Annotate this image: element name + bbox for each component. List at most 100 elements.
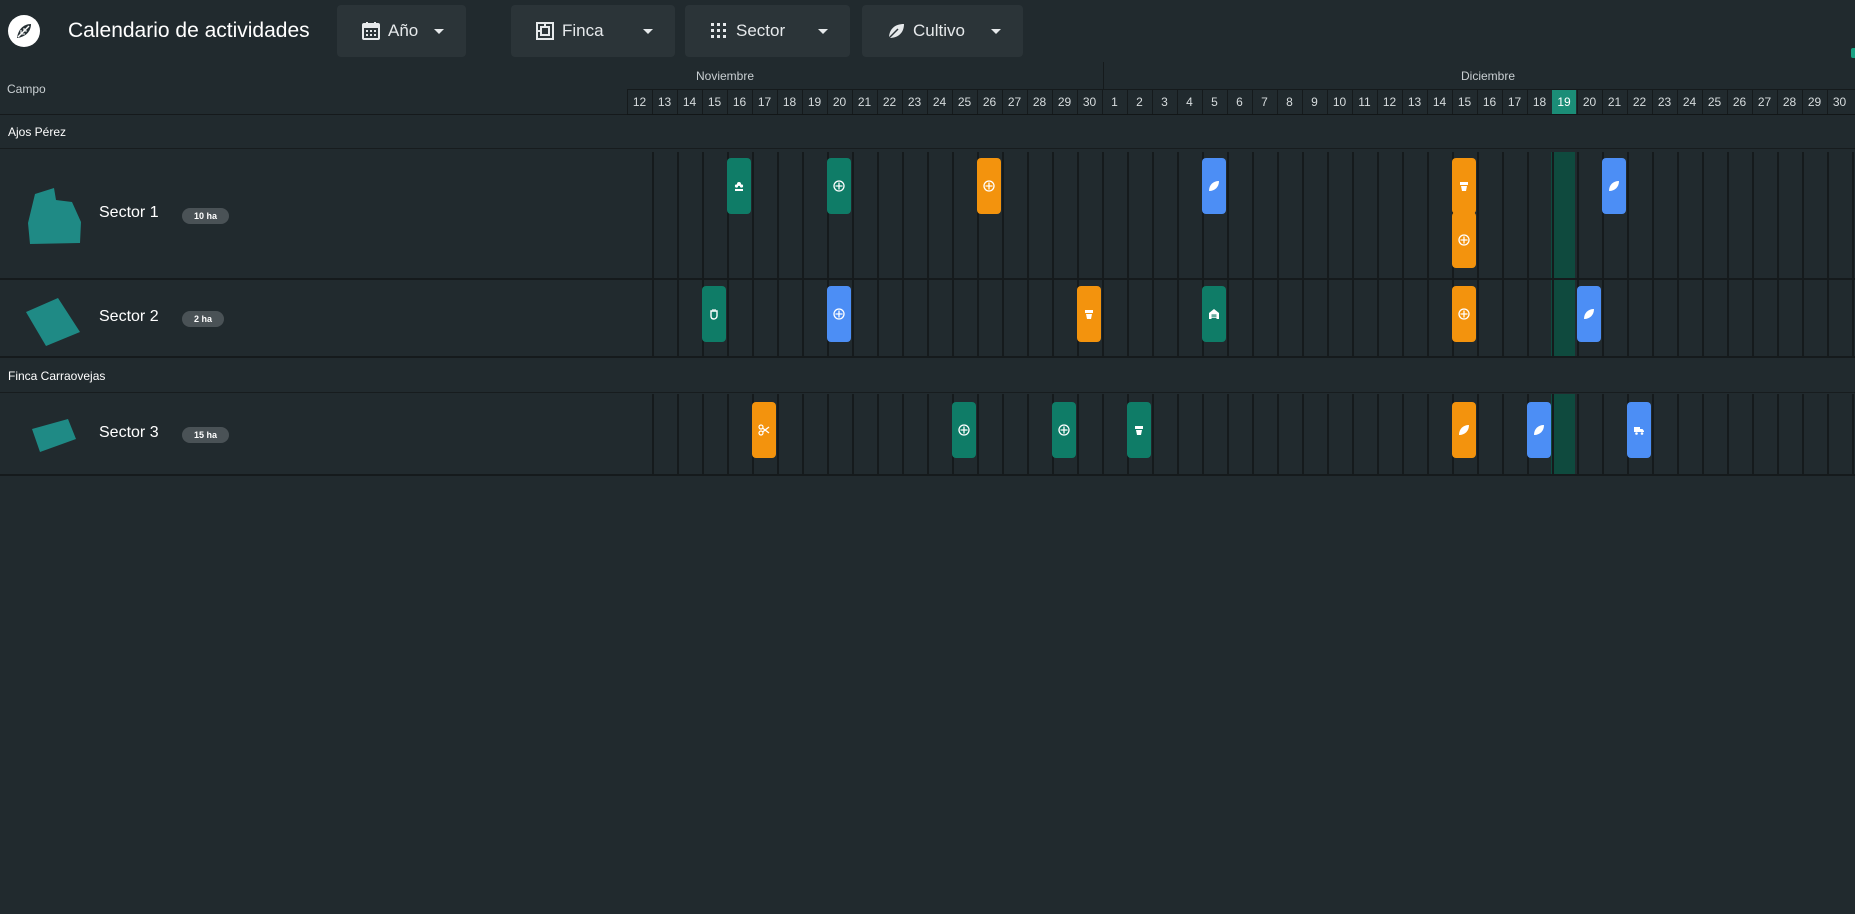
day-cell: 3: [1152, 90, 1176, 114]
leaf-icon: [1209, 181, 1219, 191]
activity-event[interactable]: [1627, 402, 1651, 458]
leaf-icon: [1609, 181, 1619, 191]
sector-name: Sector 1: [99, 204, 159, 221]
grid-column-line: [852, 394, 854, 474]
leaf-icon: [1534, 425, 1544, 435]
activity-event[interactable]: [1452, 212, 1476, 268]
activity-event[interactable]: [1527, 402, 1551, 458]
activity-event[interactable]: [1202, 286, 1226, 342]
grid-column-line: [1402, 152, 1404, 278]
grid-column-line: [1052, 152, 1054, 278]
grid-column-line: [802, 152, 804, 278]
activity-event[interactable]: [1127, 402, 1151, 458]
grid-column-line: [1027, 152, 1029, 278]
activity-event[interactable]: [1077, 286, 1101, 342]
filter-farm-label: Finca: [562, 21, 604, 40]
day-header-row: 12 13 14 15 16 17 18 19 20 21 22 23 24 25 26 27 28 29 30 1 2…: [627, 89, 1855, 115]
grid-column-line: [1552, 394, 1554, 474]
activity-event[interactable]: [1052, 402, 1076, 458]
activity-event[interactable]: [1602, 158, 1626, 214]
filter-year-dropdown[interactable]: Año: [337, 5, 466, 57]
grid-column-line: [1302, 394, 1304, 474]
day-cell: 9: [1302, 90, 1326, 114]
day-cell: 24: [1677, 90, 1701, 114]
activity-event[interactable]: [827, 286, 851, 342]
grid-column-line: [1102, 280, 1104, 356]
filter-sector-dropdown[interactable]: Sector: [685, 5, 850, 57]
activity-event[interactable]: [827, 158, 851, 214]
filter-sector-label: Sector: [736, 21, 786, 40]
grid-column-line: [1177, 152, 1179, 278]
grid-column-line: [1052, 280, 1054, 356]
compass-icon: [983, 180, 995, 192]
grid-column-line: [677, 152, 679, 278]
grid-column-line: [1527, 152, 1529, 278]
activity-event[interactable]: [752, 402, 776, 458]
filter-farm-dropdown[interactable]: Finca: [511, 5, 675, 57]
activity-event[interactable]: [1452, 402, 1476, 458]
grid-column-line: [927, 394, 929, 474]
day-cell: 27: [1752, 90, 1776, 114]
filter-crop-dropdown[interactable]: Cultivo: [862, 5, 1023, 57]
grid-column-line: [1477, 280, 1479, 356]
grid-column-line: [1827, 280, 1829, 356]
grid-column-line: [1602, 280, 1604, 356]
day-cell: 7: [1252, 90, 1276, 114]
activity-event[interactable]: [702, 286, 726, 342]
activity-event[interactable]: [1452, 286, 1476, 342]
day-cell: 23: [1652, 90, 1676, 114]
day-cell: 14: [677, 90, 701, 114]
day-cell: 13: [652, 90, 676, 114]
grid-column-line: [1277, 152, 1279, 278]
activity-event[interactable]: [1452, 158, 1476, 214]
top-bar: Calendario de actividades Año Finca Sect…: [0, 0, 1855, 62]
grid-column-line: [1227, 152, 1229, 278]
day-cell: 23: [902, 90, 926, 114]
grid-column-line: [1152, 394, 1154, 474]
grid-column-line: [1377, 152, 1379, 278]
grid-column-line: [927, 280, 929, 356]
day-cell: 25: [952, 90, 976, 114]
grid-column-line: [1252, 280, 1254, 356]
grid-column-line: [877, 152, 879, 278]
grid-column-line: [1627, 152, 1629, 278]
activity-event[interactable]: [727, 158, 751, 214]
day-cell: 29: [1802, 90, 1826, 114]
sector-name: Sector 3: [99, 424, 159, 441]
grid-column-line: [1577, 152, 1579, 278]
grid-column-line: [1802, 280, 1804, 356]
grid-column-line: [1352, 280, 1354, 356]
activity-event[interactable]: [952, 402, 976, 458]
grid-column-line: [1852, 152, 1854, 278]
grid-column-line: [1777, 394, 1779, 474]
grid-column-line: [702, 394, 704, 474]
grid-column-line: [1552, 280, 1554, 356]
day-cell: 12: [1377, 90, 1401, 114]
app-logo-icon[interactable]: [8, 15, 40, 47]
chevron-down-icon: [643, 29, 653, 34]
grid-column-line: [1802, 152, 1804, 278]
grid-column-line: [1677, 394, 1679, 474]
grid-column-line: [752, 280, 754, 356]
sector-shape-icon: [26, 298, 80, 346]
activity-event[interactable]: [1202, 158, 1226, 214]
grid-column-line: [1852, 280, 1854, 356]
grid-column-line: [1727, 394, 1729, 474]
activity-event[interactable]: [1577, 286, 1601, 342]
today-column: [1551, 394, 1575, 474]
activity-event[interactable]: [977, 158, 1001, 214]
grid-column-line: [977, 280, 979, 356]
grid-column-line: [952, 280, 954, 356]
day-cell: 4: [1177, 90, 1201, 114]
grid-column-line: [1077, 394, 1079, 474]
grid-column-line: [752, 152, 754, 278]
chevron-down-icon: [991, 29, 1001, 34]
grid-column-line: [902, 394, 904, 474]
day-cell: 6: [1227, 90, 1251, 114]
grid-column-line: [1777, 280, 1779, 356]
grid-column-line: [1677, 280, 1679, 356]
pot-icon: [1085, 310, 1093, 319]
today-column: [1551, 280, 1575, 356]
grid-column-line: [1227, 280, 1229, 356]
grid-column-line: [1477, 394, 1479, 474]
